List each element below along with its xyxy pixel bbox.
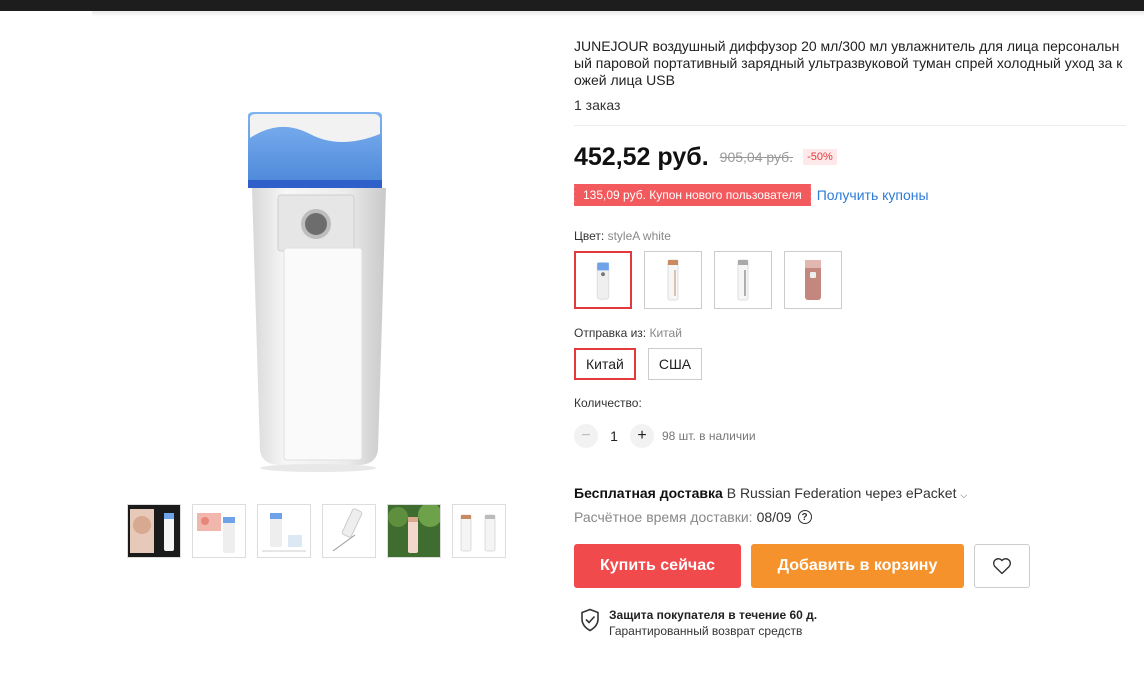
protection-title: Защита покупателя в течение 60 д.: [609, 608, 818, 622]
thumbnail-3[interactable]: [257, 504, 311, 558]
order-count: 1 заказ: [574, 97, 621, 113]
protection-text: Защита покупателя в течение 60 д. Гарант…: [609, 608, 817, 638]
buy-now-button[interactable]: Купить сейчас: [574, 544, 741, 588]
delivery-details[interactable]: В Russian Federation через ePacket: [727, 485, 957, 501]
ship-from-selected: Китай: [649, 326, 682, 340]
ship-from-china[interactable]: Китай: [574, 348, 636, 380]
product-main-image[interactable]: [190, 88, 440, 478]
quantity-increase-button[interactable]: +: [630, 424, 654, 448]
color-swatch-4[interactable]: [784, 251, 842, 309]
quantity-label: Количество:: [574, 396, 642, 410]
add-to-cart-button[interactable]: Добавить в корзину: [751, 544, 964, 588]
thumbnail-5[interactable]: [387, 504, 441, 558]
color-swatch-styleA-white[interactable]: [574, 251, 632, 309]
product-info-panel: JUNEJOUR воздушный диффузор 20 мл/300 мл…: [572, 38, 1126, 638]
price-row: 452,52 руб. 905,04 руб. -50%: [574, 142, 1126, 172]
original-price: 905,04 руб.: [719, 149, 794, 165]
thumbnail-4[interactable]: [322, 504, 376, 558]
delivery-estimate: Расчётное время доставки: 08/09 ?: [574, 509, 1126, 525]
minus-icon: −: [581, 427, 591, 444]
ship-from-label-text: Отправка из:: [574, 326, 647, 340]
quantity-decrease-button[interactable]: −: [574, 424, 598, 448]
coupon-row: 135,09 руб. Купон нового пользователя По…: [572, 184, 1126, 206]
new-user-coupon: 135,09 руб. Купон нового пользователя: [572, 184, 813, 206]
quantity-stepper: − 1 + 98 шт. в наличии: [574, 424, 1126, 448]
chevron-down-icon[interactable]: ⌵: [960, 490, 967, 500]
delivery-info: Бесплатная доставка В Russian Federation…: [574, 485, 1126, 501]
color-property-label: Цвет: styleA white: [574, 229, 1126, 243]
eta-date: 08/09: [756, 509, 792, 525]
color-swatches: [574, 251, 1126, 309]
get-coupons-link[interactable]: Получить купоны: [817, 187, 929, 203]
discount-badge: -50%: [803, 149, 837, 165]
product-title: JUNEJOUR воздушный диффузор 20 мл/300 мл…: [574, 38, 1123, 88]
color-swatch-3[interactable]: [714, 251, 772, 309]
free-shipping-label: Бесплатная доставка: [574, 485, 723, 501]
thumbnail-strip: [127, 504, 506, 558]
top-navigation-bar: [0, 0, 1144, 11]
heart-icon: [992, 558, 1012, 575]
current-price: 452,52 руб.: [574, 142, 709, 171]
plus-icon: +: [637, 427, 647, 444]
ship-from-options: Китай США: [574, 348, 1126, 380]
eta-label: Расчётное время доставки:: [574, 509, 753, 525]
color-swatch-2[interactable]: [644, 251, 702, 309]
color-selected-value: styleA white: [607, 229, 671, 243]
ship-from-usa[interactable]: США: [647, 348, 703, 380]
thumbnail-6[interactable]: [452, 504, 506, 558]
ship-from-label: Отправка из: Китай: [574, 326, 1126, 340]
stock-count: 98 шт. в наличии: [662, 429, 756, 443]
thumbnail-2[interactable]: [192, 504, 246, 558]
question-icon[interactable]: ?: [797, 510, 812, 524]
protection-subtitle: Гарантированный возврат средств: [609, 624, 803, 638]
topbar-shadow: [92, 11, 1144, 17]
quantity-value[interactable]: 1: [598, 428, 630, 444]
thumbnail-1[interactable]: [127, 504, 181, 558]
color-label: Цвет:: [574, 229, 605, 243]
action-buttons: Купить сейчас Добавить в корзину: [574, 544, 1126, 588]
shield-check-icon: [581, 608, 599, 632]
wishlist-button[interactable]: [974, 544, 1030, 588]
divider: [574, 125, 1126, 126]
buyer-protection: Защита покупателя в течение 60 д. Гарант…: [580, 608, 1126, 638]
